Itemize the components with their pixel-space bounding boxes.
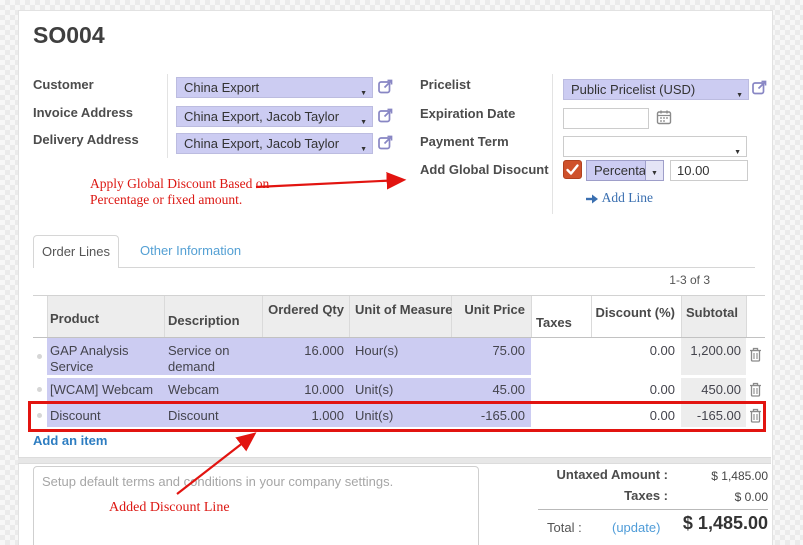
- table-row[interactable]: [WCAM] Webcam Webcam 10.000 Unit(s) 45.0…: [33, 378, 765, 401]
- annotation-note-global-discount: Apply Global Discount Based on Percentag…: [90, 176, 270, 208]
- customer-label: Customer: [33, 77, 94, 92]
- invoice-address-select[interactable]: China Export, Jacob Taylor ▼: [176, 106, 373, 127]
- total-label: Total :: [547, 520, 582, 535]
- col-header-discount: Discount (%): [575, 305, 675, 320]
- chevron-down-icon: ▼: [360, 84, 367, 98]
- header-divider: [746, 296, 747, 337]
- col-header-unit-price: Unit Price: [441, 302, 525, 317]
- delivery-address-select-value: China Export, Jacob Taylor: [184, 136, 339, 151]
- delivery-address-external-link-icon[interactable]: [378, 134, 394, 150]
- drag-handle[interactable]: [37, 354, 42, 359]
- col-header-product: Product: [50, 311, 99, 326]
- form-right-divider: [552, 74, 553, 214]
- calendar-icon[interactable]: [656, 109, 672, 125]
- checkmark-icon: [564, 161, 581, 178]
- global-discount-label: Add Global Disocunt: [420, 162, 549, 177]
- taxes-value: $ 0.00: [680, 490, 768, 504]
- delivery-address-select[interactable]: China Export, Jacob Taylor ▼: [176, 133, 373, 154]
- discount-value: 10.00: [677, 163, 710, 178]
- untaxed-amount-label: Untaxed Amount :: [480, 467, 668, 482]
- annotation-line-1: Apply Global Discount Based on: [90, 176, 269, 191]
- header-divider: [681, 296, 682, 337]
- cell-subtotal[interactable]: 450.00: [641, 378, 741, 398]
- cell-subtotal[interactable]: 1,200.00: [641, 338, 741, 359]
- pricelist-select-value: Public Pricelist (USD): [571, 82, 695, 97]
- customer-select[interactable]: China Export ▼: [176, 77, 373, 98]
- order-lines-header: Product Description Ordered Qty Unit of …: [33, 295, 765, 338]
- section-separator: [18, 457, 771, 464]
- expiration-date-label: Expiration Date: [420, 106, 515, 121]
- cell-qty[interactable]: 10.000: [263, 378, 344, 398]
- form-left-divider: [167, 74, 168, 158]
- header-divider: [349, 296, 350, 337]
- cell-unit-price[interactable]: 75.00: [441, 338, 525, 359]
- annotation-line-2: Percentage or fixed amount.: [90, 192, 242, 207]
- payment-term-select[interactable]: ▼: [563, 136, 747, 157]
- tab-other-information[interactable]: Other Information: [140, 243, 241, 258]
- total-value: $ 1,485.00: [640, 513, 768, 534]
- chevron-down-icon: ▼: [360, 113, 367, 127]
- discount-type-dropdown-button[interactable]: ▼: [645, 161, 663, 180]
- cell-uom[interactable]: Unit(s): [355, 378, 447, 398]
- expiration-date-input[interactable]: [563, 108, 649, 129]
- arrow-right-icon: [585, 193, 599, 205]
- tab-order-lines[interactable]: Order Lines: [33, 235, 119, 268]
- add-line-label: Add Line: [602, 190, 653, 205]
- invoice-address-external-link-icon[interactable]: [378, 107, 394, 123]
- customer-external-link-icon[interactable]: [378, 78, 394, 94]
- pricelist-external-link-icon[interactable]: [752, 79, 768, 95]
- invoice-address-select-value: China Export, Jacob Taylor: [184, 109, 339, 124]
- chevron-down-icon: ▼: [736, 86, 743, 100]
- annotation-note-discount-line: Added Discount Line: [109, 500, 230, 516]
- header-divider: [47, 296, 48, 337]
- untaxed-amount-value: $ 1,485.00: [680, 469, 768, 483]
- col-header-subtotal: Subtotal: [686, 305, 738, 320]
- terms-conditions-textarea[interactable]: [33, 466, 479, 545]
- col-header-ordered-qty: Ordered Qty: [263, 302, 344, 317]
- trash-icon[interactable]: [749, 347, 762, 362]
- cell-uom[interactable]: Hour(s): [355, 338, 447, 359]
- cell-product[interactable]: [WCAM] Webcam: [50, 378, 160, 398]
- cell-description[interactable]: Webcam: [168, 378, 256, 398]
- chevron-down-icon: ▼: [734, 143, 741, 157]
- chevron-down-icon: ▼: [360, 140, 367, 154]
- discount-type-select[interactable]: Percentage ▼: [586, 160, 664, 181]
- cell-unit-price[interactable]: 45.00: [441, 378, 525, 398]
- tab-bar-line: [33, 267, 755, 268]
- customer-select-value: China Export: [184, 80, 259, 95]
- header-divider: [531, 296, 532, 337]
- totals-divider: [538, 509, 768, 510]
- col-header-unit-of-measure: Unit of Measure: [355, 302, 453, 317]
- pricelist-select[interactable]: Public Pricelist (USD) ▼: [563, 79, 749, 100]
- page-title: SO004: [33, 22, 105, 49]
- annotation-highlight-rect: [28, 401, 766, 432]
- discount-value-input[interactable]: 10.00: [670, 160, 748, 181]
- cell-description[interactable]: Service on demand: [168, 338, 256, 375]
- cell-qty[interactable]: 16.000: [263, 338, 344, 359]
- table-row[interactable]: GAP Analysis Service Service on demand 1…: [33, 338, 765, 375]
- header-divider: [164, 296, 165, 337]
- chevron-down-icon: ▼: [651, 170, 658, 177]
- invoice-address-label: Invoice Address: [33, 105, 133, 120]
- add-an-item-link[interactable]: Add an item: [33, 433, 107, 448]
- cell-product[interactable]: GAP Analysis Service: [50, 338, 155, 375]
- drag-handle[interactable]: [37, 387, 42, 392]
- pager: 1-3 of 3: [650, 273, 710, 287]
- col-header-taxes: Taxes: [536, 315, 572, 330]
- global-discount-checkbox[interactable]: [563, 160, 582, 179]
- screen: SO004 Customer China Export ▼ Invoice Ad…: [0, 0, 803, 545]
- taxes-label: Taxes :: [480, 488, 668, 503]
- add-line-link[interactable]: Add Line: [585, 190, 653, 206]
- payment-term-label: Payment Term: [420, 134, 509, 149]
- pricelist-label: Pricelist: [420, 77, 471, 92]
- col-header-description: Description: [168, 313, 240, 328]
- trash-icon[interactable]: [749, 382, 762, 397]
- delivery-address-label: Delivery Address: [33, 132, 139, 147]
